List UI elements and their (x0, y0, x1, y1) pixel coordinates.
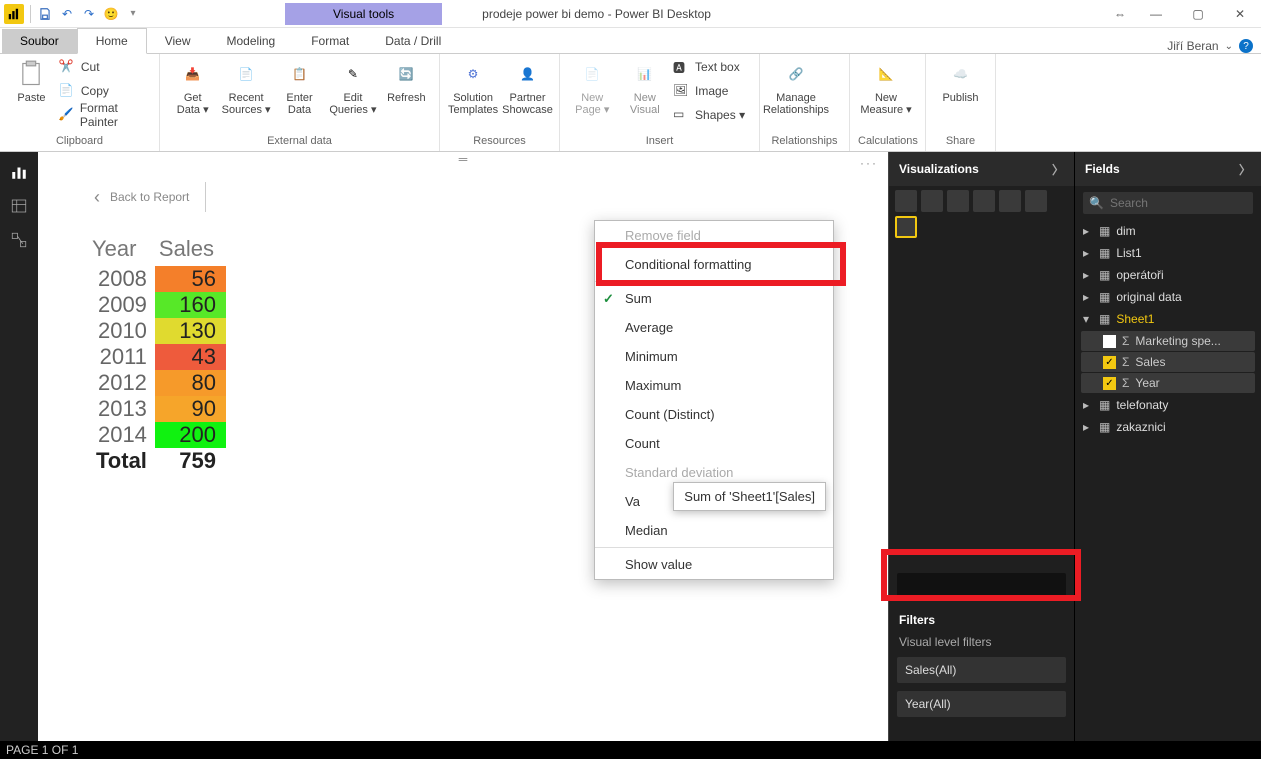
tooltip: Sum of 'Sheet1'[Sales] (673, 482, 826, 511)
field-item[interactable]: ΣMarketing spe... (1081, 331, 1255, 351)
fields-table[interactable]: ▸▦operátoři (1077, 264, 1259, 286)
user-name[interactable]: Jiří Beran (1167, 39, 1218, 53)
tab-format[interactable]: Format (293, 29, 367, 53)
format-painter-button[interactable]: 🖌️Format Painter (59, 104, 151, 126)
recent-sources-button[interactable]: 📄Recent Sources ▾ (221, 56, 270, 116)
close-button[interactable]: ✕ (1219, 0, 1261, 28)
table-row[interactable]: 201143 (88, 344, 226, 370)
field-item[interactable]: ✓ΣYear (1081, 373, 1255, 393)
get-data-button[interactable]: 📥Get Data ▾ (168, 56, 217, 116)
save-icon[interactable] (37, 6, 53, 22)
paste-button[interactable]: Paste (8, 56, 55, 104)
image-button[interactable]: 🖼Image (673, 80, 751, 102)
filter-sales[interactable]: Sales(All) (897, 657, 1066, 683)
help-icon[interactable]: ? (1239, 39, 1253, 53)
fields-table[interactable]: ▸▦List1 (1077, 242, 1259, 264)
textbox-button[interactable]: 🅰Text box (673, 56, 751, 78)
user-chevron-icon[interactable]: ⌄ (1225, 41, 1233, 52)
publish-button[interactable]: ☁️Publish (934, 56, 987, 104)
undo-icon[interactable]: ↶ (59, 6, 75, 22)
new-visual-button[interactable]: 📊New Visual (621, 56, 670, 116)
table-row[interactable]: 2014200 (88, 422, 226, 448)
col-sales: Sales (155, 236, 226, 266)
canvas-resize-handle[interactable]: ═ (38, 152, 888, 166)
copy-button[interactable]: 📄Copy (59, 80, 151, 102)
report-canvas[interactable]: ═ ··· ‹ Back to Report Year Sales 200856… (38, 152, 889, 741)
minimize-button[interactable]: — (1135, 0, 1177, 28)
table-row[interactable]: 201280 (88, 370, 226, 396)
enter-data-button[interactable]: 📋Enter Data (275, 56, 324, 116)
visual-tools-tab[interactable]: Visual tools (285, 3, 442, 25)
fields-search-input[interactable] (1110, 196, 1261, 210)
values-well[interactable] (897, 573, 1066, 599)
tab-view[interactable]: View (147, 29, 209, 53)
left-rail (0, 152, 38, 741)
ctx-show-value-as[interactable]: Show value (595, 550, 833, 579)
report-view-icon[interactable] (9, 162, 29, 182)
redo-icon[interactable]: ↷ (81, 6, 97, 22)
table-row[interactable]: 200856 (88, 266, 226, 292)
partner-showcase-button[interactable]: 👤Partner Showcase (502, 56, 553, 116)
tab-file[interactable]: Soubor (2, 29, 77, 53)
ctx-maximum[interactable]: Maximum (595, 371, 833, 400)
data-view-icon[interactable] (9, 196, 29, 216)
ctx-average[interactable]: Average (595, 313, 833, 342)
ribbon: Paste ✂️Cut 📄Copy 🖌️Format Painter Clipb… (0, 54, 1261, 152)
manage-relationships-button[interactable]: 🔗Manage Relationships (768, 56, 824, 116)
fields-table[interactable]: ▸▦zakaznici (1077, 416, 1259, 438)
ctx-sum[interactable]: Sum (595, 284, 833, 313)
qat-dropdown-icon[interactable]: ▾ (125, 6, 141, 22)
visual-level-filters-label: Visual level filters (889, 631, 1074, 653)
quick-access-toolbar: ↶ ↷ 🙂 ▾ (0, 4, 145, 24)
new-measure-button[interactable]: 📐New Measure ▾ (858, 56, 914, 116)
ctx-remove-field[interactable]: Remove field (595, 221, 833, 250)
shapes-button[interactable]: ▭Shapes ▾ (673, 104, 751, 126)
fields-pane: Fields〉 🔍 ▸▦dim▸▦List1▸▦operátoři▸▦origi… (1075, 152, 1261, 741)
field-item[interactable]: ✓ΣSales (1081, 352, 1255, 372)
collapse-fields-icon[interactable]: 〉 (1239, 161, 1251, 178)
smiley-icon[interactable]: 🙂 (103, 6, 119, 22)
visualizations-pane: Visualizations〉 Filters Visual level fil… (889, 152, 1075, 741)
collapse-viz-icon[interactable]: 〉 (1052, 161, 1064, 178)
ctx-median[interactable]: Median (595, 516, 833, 545)
title-bar: ↶ ↷ 🙂 ▾ Visual tools prodeje power bi de… (0, 0, 1261, 28)
fields-table[interactable]: ▸▦dim (1077, 220, 1259, 242)
fields-table-open[interactable]: ▾▦Sheet1 (1077, 308, 1259, 330)
status-bar: PAGE 1 OF 1 (0, 741, 1261, 759)
maximize-button[interactable]: ▢ (1177, 0, 1219, 28)
app-logo-icon (4, 4, 24, 24)
viz-gallery[interactable] (889, 186, 1074, 242)
model-view-icon[interactable] (9, 230, 29, 250)
tab-data-drill[interactable]: Data / Drill (367, 29, 459, 53)
tab-home[interactable]: Home (77, 28, 147, 54)
ctx-count-distinct[interactable]: Count (Distinct) (595, 400, 833, 429)
edit-queries-button[interactable]: ✎Edit Queries ▾ (328, 56, 377, 116)
ribbon-tabs: Soubor Home View Modeling Format Data / … (0, 28, 1261, 54)
col-year: Year (88, 236, 155, 266)
fields-table[interactable]: ▸▦telefonaty (1077, 394, 1259, 416)
filters-header: Filters (889, 603, 1074, 631)
search-icon: 🔍 (1089, 196, 1104, 210)
ctx-minimum[interactable]: Minimum (595, 342, 833, 371)
ctx-conditional-formatting[interactable]: Conditional formatting (595, 250, 833, 279)
table-row[interactable]: 2009160 (88, 292, 226, 318)
fields-table[interactable]: ▸▦original data (1077, 286, 1259, 308)
back-to-report-link[interactable]: Back to Report (110, 190, 189, 204)
resize-handle-icon[interactable]: ⇔ (1105, 0, 1135, 28)
ctx-count[interactable]: Count (595, 429, 833, 458)
cut-button[interactable]: ✂️Cut (59, 56, 151, 78)
canvas-more-icon[interactable]: ··· (860, 156, 878, 170)
window-title: prodeje power bi demo - Power BI Desktop (482, 7, 711, 21)
refresh-button[interactable]: 🔄Refresh (382, 56, 431, 104)
table-row[interactable]: 201390 (88, 396, 226, 422)
field-context-menu: Remove field Conditional formatting Sum … (594, 220, 834, 580)
solution-templates-button[interactable]: ⚙Solution Templates (448, 56, 498, 116)
back-chevron-icon[interactable]: ‹ (94, 187, 100, 208)
table-row[interactable]: 2010130 (88, 318, 226, 344)
filter-year[interactable]: Year(All) (897, 691, 1066, 717)
new-page-button[interactable]: 📄New Page ▾ (568, 56, 617, 116)
tab-modeling[interactable]: Modeling (209, 29, 294, 53)
fields-search[interactable]: 🔍 (1083, 192, 1253, 214)
